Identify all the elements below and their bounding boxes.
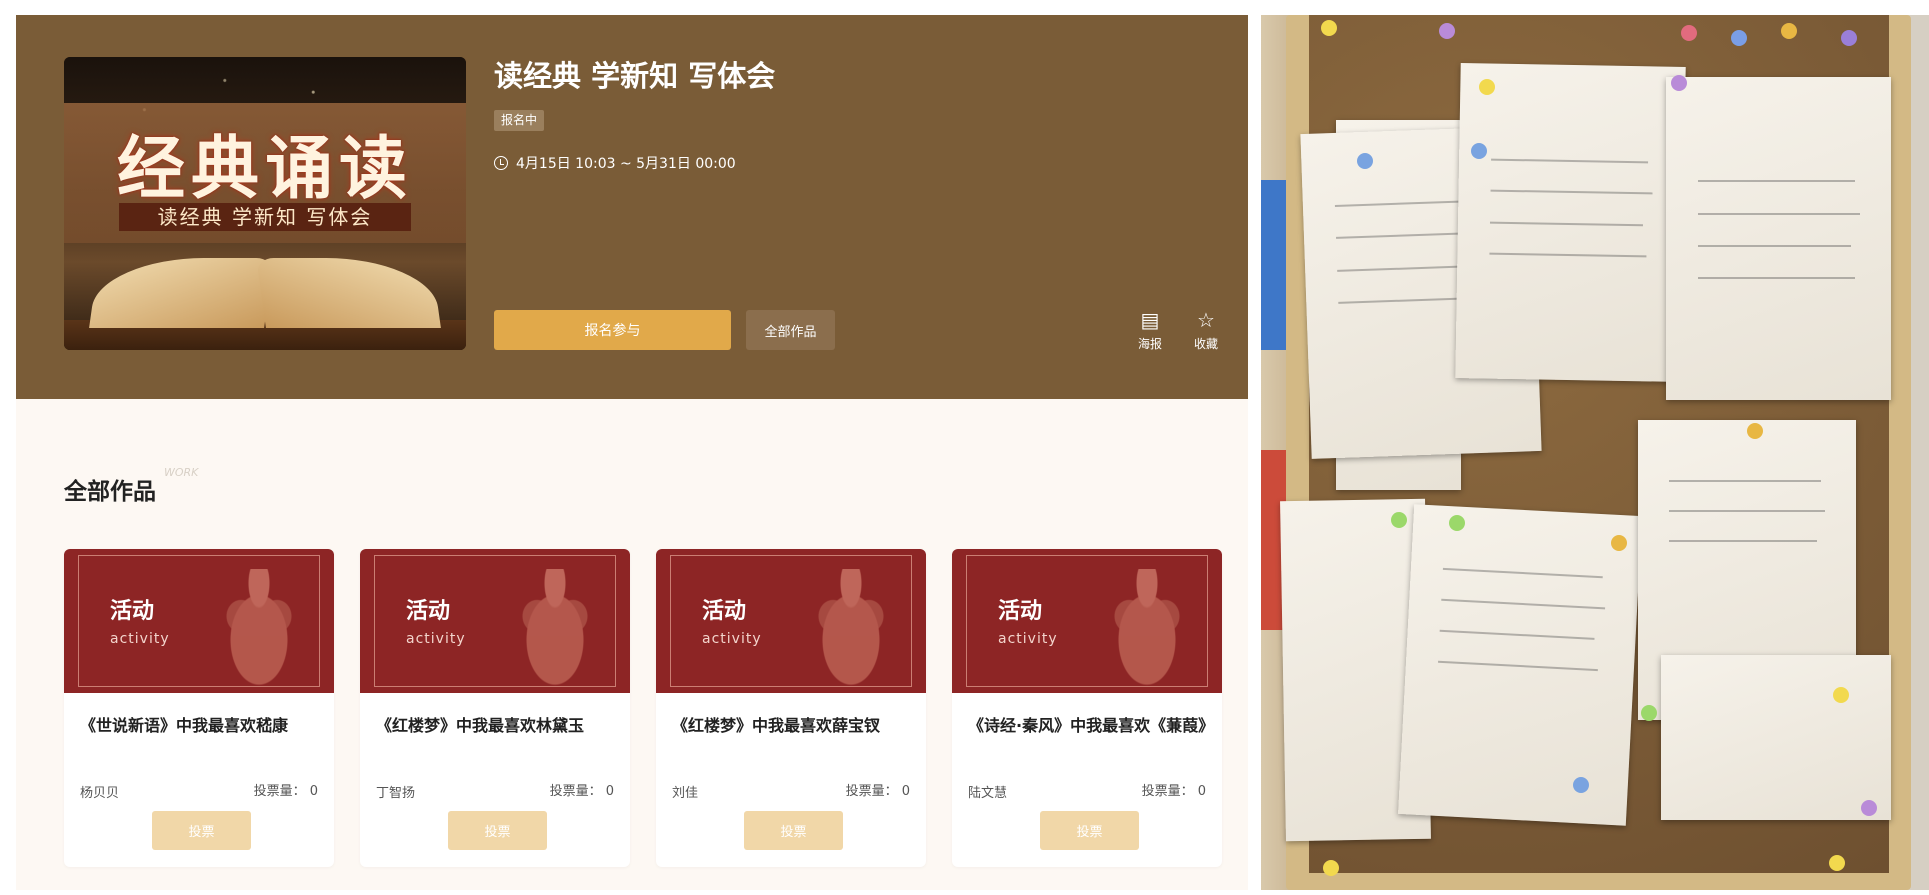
pin-icon (1671, 75, 1687, 91)
pin-icon (1833, 687, 1849, 703)
work-title[interactable]: 《世说新语》中我最喜欢嵇康 (80, 712, 288, 736)
work-card-banner: 活动 activity (952, 549, 1222, 693)
pin-icon (1573, 777, 1589, 793)
vote-count: 投票量： 0 (253, 784, 318, 799)
banner-label: 活动 (406, 599, 451, 624)
pin-icon (1357, 153, 1373, 169)
activity-page: 经典诵读 读经典 学新知 写体会 读经典 学新知 写体会 报名中 4月15日 1… (16, 15, 1248, 890)
vote-count: 投票量： 0 (1141, 784, 1206, 799)
pin-icon (1611, 535, 1627, 551)
vote-button[interactable]: 投票 (448, 811, 547, 850)
vote-button[interactable]: 投票 (152, 811, 251, 850)
work-card[interactable]: 活动 activity 《世说新语》中我最喜欢嵇康 杨贝贝 投票量： 0 投票 (64, 549, 334, 867)
vote-count: 投票量： 0 (549, 784, 614, 799)
work-card-banner: 活动 activity (656, 549, 926, 693)
work-author: 丁智扬 (376, 786, 416, 801)
all-works-button[interactable]: 全部作品 (746, 310, 835, 350)
cover-headline: 经典诵读 (116, 129, 413, 209)
event-time: 4月15日 10:03 ~ 5月31日 00:00 (494, 153, 736, 173)
pin-icon (1861, 800, 1877, 816)
pin-icon (1479, 79, 1495, 95)
vote-count: 投票量： 0 (845, 784, 910, 799)
work-title[interactable]: 《红楼梦》中我最喜欢薛宝钗 (672, 712, 880, 736)
join-button[interactable]: 报名参与 (494, 310, 731, 350)
work-card[interactable]: 活动 activity 《诗经·秦风》中我最喜欢《蒹葭》 陆文慧 投票量： 0 … (952, 549, 1222, 867)
dancer-illustration (806, 569, 896, 687)
handwritten-paper (1455, 63, 1686, 382)
pin-icon (1439, 23, 1455, 39)
status-badge: 报名中 (494, 110, 545, 131)
handwritten-paper (1666, 77, 1891, 400)
handwritten-paper (1661, 655, 1891, 820)
banner-label: 活动 (702, 599, 747, 624)
event-cover-image: 经典诵读 读经典 学新知 写体会 (64, 57, 466, 350)
banner-label-en: activity (406, 631, 466, 647)
pin-icon (1747, 423, 1763, 439)
cover-subtitle: 读经典 学新知 写体会 (119, 203, 411, 231)
work-card-banner: 活动 activity (360, 549, 630, 693)
works-section-header: 全部作品 WORK (64, 466, 198, 506)
pin-icon (1321, 20, 1337, 36)
work-card[interactable]: 活动 activity 《红楼梦》中我最喜欢林黛玉 丁智扬 投票量： 0 投票 (360, 549, 630, 867)
pin-icon (1829, 855, 1845, 871)
star-icon: ☆ (1197, 308, 1215, 332)
work-title[interactable]: 《诗经·秦风》中我最喜欢《蒹葭》 (968, 712, 1214, 736)
bulletin-board-photo (1261, 15, 1929, 890)
pin-icon (1641, 705, 1657, 721)
event-title: 读经典 学新知 写体会 (494, 59, 776, 93)
work-card[interactable]: 活动 activity 《红楼梦》中我最喜欢薛宝钗 刘佳 投票量： 0 投票 (656, 549, 926, 867)
banner-label-en: activity (702, 631, 762, 647)
pin-icon (1323, 860, 1339, 876)
poster-button[interactable]: ▤ 海报 (1130, 309, 1170, 352)
favorite-label: 收藏 (1193, 337, 1218, 351)
pin-icon (1841, 30, 1857, 46)
dancer-illustration (1102, 569, 1192, 687)
work-card-banner: 活动 activity (64, 549, 334, 693)
poster-label: 海报 (1137, 337, 1162, 351)
dancer-illustration (214, 569, 304, 687)
work-author: 陆文慧 (968, 786, 1008, 801)
banner-label-en: activity (110, 631, 170, 647)
pin-icon (1681, 25, 1697, 41)
work-author: 刘佳 (672, 786, 699, 801)
pin-icon (1781, 23, 1797, 39)
vote-button[interactable]: 投票 (744, 811, 843, 850)
work-author: 杨贝贝 (80, 786, 120, 801)
pin-icon (1391, 512, 1407, 528)
poster-icon: ▤ (1140, 308, 1160, 332)
work-title[interactable]: 《红楼梦》中我最喜欢林黛玉 (376, 712, 584, 736)
dancer-illustration (510, 569, 600, 687)
open-book-illustration (64, 240, 466, 350)
clock-icon (494, 156, 508, 170)
banner-label-en: activity (998, 631, 1058, 647)
event-time-text: 4月15日 10:03 ~ 5月31日 00:00 (516, 156, 736, 172)
event-header: 经典诵读 读经典 学新知 写体会 读经典 学新知 写体会 报名中 4月15日 1… (16, 15, 1248, 399)
banner-label: 活动 (110, 599, 155, 624)
pin-icon (1449, 515, 1465, 531)
section-title-en: WORK (164, 466, 199, 479)
handwritten-paper (1398, 504, 1642, 826)
vote-button[interactable]: 投票 (1040, 811, 1139, 850)
banner-label: 活动 (998, 599, 1043, 624)
section-title: 全部作品 (64, 479, 156, 505)
favorite-button[interactable]: ☆ 收藏 (1186, 309, 1226, 352)
pin-icon (1471, 143, 1487, 159)
pin-icon (1731, 30, 1747, 46)
